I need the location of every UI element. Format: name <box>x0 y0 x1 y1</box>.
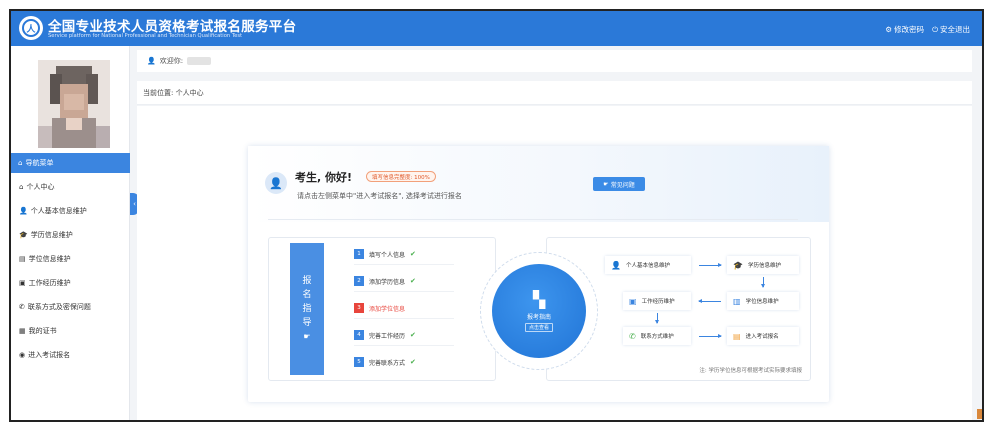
flow-work[interactable]: ▣ 工作经历维护 <box>623 292 691 310</box>
phone-icon: ✆ <box>19 303 25 311</box>
sidebar-item-basic-info[interactable]: 👤 个人基本信息维护 <box>11 199 130 223</box>
step-5[interactable]: 5 完善联系方式 ✔ <box>354 356 416 368</box>
briefcase-icon: ▣ <box>19 279 26 287</box>
arrow-left <box>698 299 721 303</box>
sidebar-item-work[interactable]: ▣ 工作经历维护 <box>11 271 130 295</box>
gear-icon: ⚙ <box>885 25 893 34</box>
check-icon: ✔ <box>410 277 416 285</box>
avatar <box>38 60 110 148</box>
nav-menu-header: ⌂ 导航菜单 <box>11 153 130 173</box>
sidebar-item-enter-exam[interactable]: ◉ 进入考试报名 <box>11 343 130 367</box>
target-icon: ◉ <box>19 351 26 359</box>
hint-text: 请点击左侧菜单中"进入考试报名", 选择考试进行报名 <box>297 192 462 200</box>
check-icon: ✔ <box>410 358 416 366</box>
book-icon: ▤ <box>19 255 26 263</box>
step-divider <box>354 291 454 292</box>
sidebar-item-certificates[interactable]: ▦ 我的证书 <box>11 319 130 343</box>
power-icon: ⏻ <box>932 24 938 34</box>
status-badge: 填写信息完整度: 100% <box>366 171 436 182</box>
sidebar-item-degree[interactable]: ▤ 学位信息维护 <box>11 247 130 271</box>
scrollbar-handle[interactable] <box>977 409 982 419</box>
step-divider <box>354 345 454 346</box>
platform-title: 全国专业技术人员资格考试报名服务平台 <box>48 19 297 35</box>
sidebar-item-personal-center[interactable]: ⌂ 个人中心 <box>11 175 130 199</box>
document-icon: ▤ <box>733 331 741 341</box>
grid-icon: ▚ <box>532 289 546 309</box>
main-content: 👤 考生, 你好! 填写信息完整度: 100% 请点击左侧菜单中"进入考试报名"… <box>137 106 972 420</box>
welcome-bar: 👤 欢迎你: <box>137 50 972 72</box>
user-icon: 👤 <box>265 172 287 194</box>
flow-enter-exam[interactable]: ▤ 进入考试报名 <box>727 327 799 345</box>
platform-subtitle: Service platform for National Profession… <box>48 33 243 39</box>
cap-icon: 🎓 <box>19 231 28 239</box>
registration-guide-label: 报 名 指 导 ☛ <box>290 243 324 375</box>
exam-guide-button[interactable]: ▚ 报考指南 点击查看 <box>492 264 586 358</box>
arrow-down <box>655 313 659 324</box>
flow-basic-info[interactable]: 👤 个人基本信息维护 <box>605 256 691 274</box>
nav-list: ⌂ 个人中心 👤 个人基本信息维护 🎓 学历信息维护 ▤ 学位信息维护 ▣ 工作… <box>11 175 130 367</box>
user-icon: 👤 <box>147 57 156 65</box>
check-icon: ✔ <box>410 250 416 258</box>
user-icon: 👤 <box>611 260 621 270</box>
arrow-down <box>761 277 765 288</box>
faq-button[interactable]: ☛ 常见问题 <box>593 177 645 191</box>
check-icon: ✔ <box>410 331 416 339</box>
sidebar-item-contact[interactable]: ✆ 联系方式及密保问题 <box>11 295 130 319</box>
chevron-left-icon: ‹ <box>133 200 136 208</box>
guide-card: 👤 考生, 你好! 填写信息完整度: 100% 请点击左侧菜单中"进入考试报名"… <box>248 146 829 402</box>
book-icon: ▥ <box>733 296 741 306</box>
guide-circle-ring: ▚ 报考指南 点击查看 <box>480 252 598 370</box>
step-divider <box>354 318 454 319</box>
cap-icon: 🎓 <box>733 260 743 270</box>
certificate-icon: ▦ <box>19 327 26 335</box>
sidebar-item-education[interactable]: 🎓 学历信息维护 <box>11 223 130 247</box>
hand-icon: ☛ <box>303 332 311 341</box>
app-frame: 人 全国专业技术人员资格考试报名服务平台 Service platform fo… <box>9 9 984 422</box>
user-icon: 👤 <box>19 207 28 215</box>
username-redacted <box>187 57 212 65</box>
divider <box>268 219 798 220</box>
change-password-link[interactable]: ⚙ 修改密码 <box>885 24 924 35</box>
flow-note: 注: 学历学位信息可根据考试实际要求填报 <box>699 368 802 374</box>
flow-edu-info[interactable]: 🎓 学历信息维护 <box>727 256 799 274</box>
step-3[interactable]: 3 添加学位信息 <box>354 302 405 314</box>
step-1[interactable]: 1 填写个人信息 ✔ <box>354 248 416 260</box>
step-4[interactable]: 4 完善工作经历 ✔ <box>354 329 416 341</box>
steps-panel: 报 名 指 导 ☛ 1 填写个人信息 ✔ 2 添加学历信息 ✔ 3 添加学位信息… <box>268 237 496 381</box>
step-divider <box>354 264 454 265</box>
home-icon: ⌂ <box>19 183 24 191</box>
sidebar: ⌂ 导航菜单 ⌂ 个人中心 👤 个人基本信息维护 🎓 学历信息维护 ▤ 学位信息… <box>11 46 130 420</box>
phone-icon: ✆ <box>629 331 636 341</box>
briefcase-icon: ▣ <box>629 296 637 306</box>
hand-icon: ☛ <box>603 180 609 188</box>
flow-degree-info[interactable]: ▥ 学位信息维护 <box>727 292 799 310</box>
step-2[interactable]: 2 添加学历信息 ✔ <box>354 275 416 287</box>
home-icon: ⌂ <box>18 159 23 167</box>
arrow-right <box>699 334 722 338</box>
logout-link[interactable]: ⏻ 安全退出 <box>932 24 970 35</box>
greeting: 考生, 你好! <box>295 171 353 184</box>
top-header: 人 全国专业技术人员资格考试报名服务平台 Service platform fo… <box>11 11 982 46</box>
card-header: 👤 考生, 你好! 填写信息完整度: 100% 请点击左侧菜单中"进入考试报名"… <box>248 146 829 222</box>
arrow-right <box>699 263 722 267</box>
flow-contact[interactable]: ✆ 联系方式维护 <box>623 327 691 345</box>
breadcrumb: 当前位置: 个人中心 <box>137 81 972 105</box>
platform-logo: 人 <box>19 16 43 40</box>
